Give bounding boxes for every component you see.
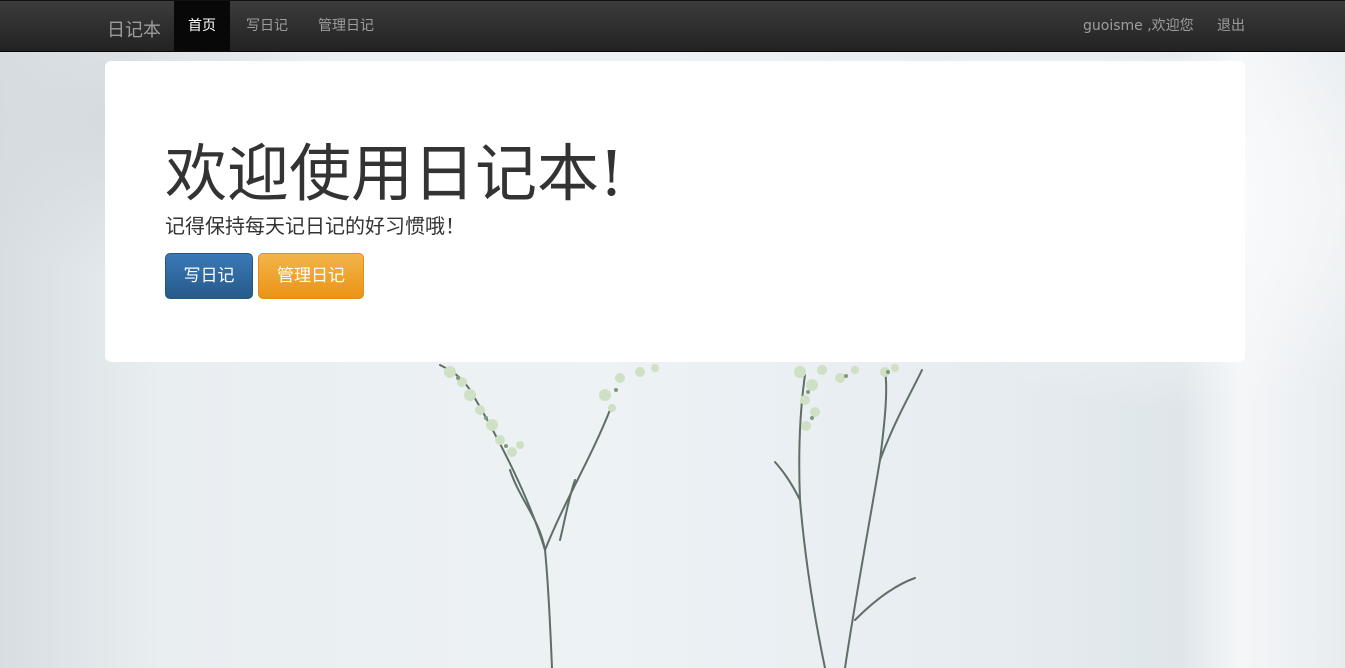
top-navbar: 日记本 首页 写日记 管理日记 guoisme ,欢迎您 退出: [0, 0, 1345, 52]
nav-item-home[interactable]: 首页: [174, 1, 230, 52]
manage-diary-button[interactable]: 管理日记: [258, 253, 364, 299]
page-title: 欢迎使用日记本!: [165, 137, 624, 210]
page-subtitle: 记得保持每天记日记的好习惯哦！: [165, 214, 465, 238]
nav-item-manage-diary[interactable]: 管理日记: [304, 1, 388, 52]
welcome-jumbotron: 欢迎使用日记本! 记得保持每天记日记的好习惯哦！ 写日记 管理日记: [105, 61, 1245, 362]
logout-link[interactable]: 退出: [1217, 1, 1245, 52]
user-greeting[interactable]: guoisme ,欢迎您: [1083, 1, 1194, 52]
write-diary-button[interactable]: 写日记: [165, 253, 253, 299]
nav-item-write-diary[interactable]: 写日记: [232, 1, 302, 52]
navbar-brand[interactable]: 日记本: [107, 16, 161, 42]
